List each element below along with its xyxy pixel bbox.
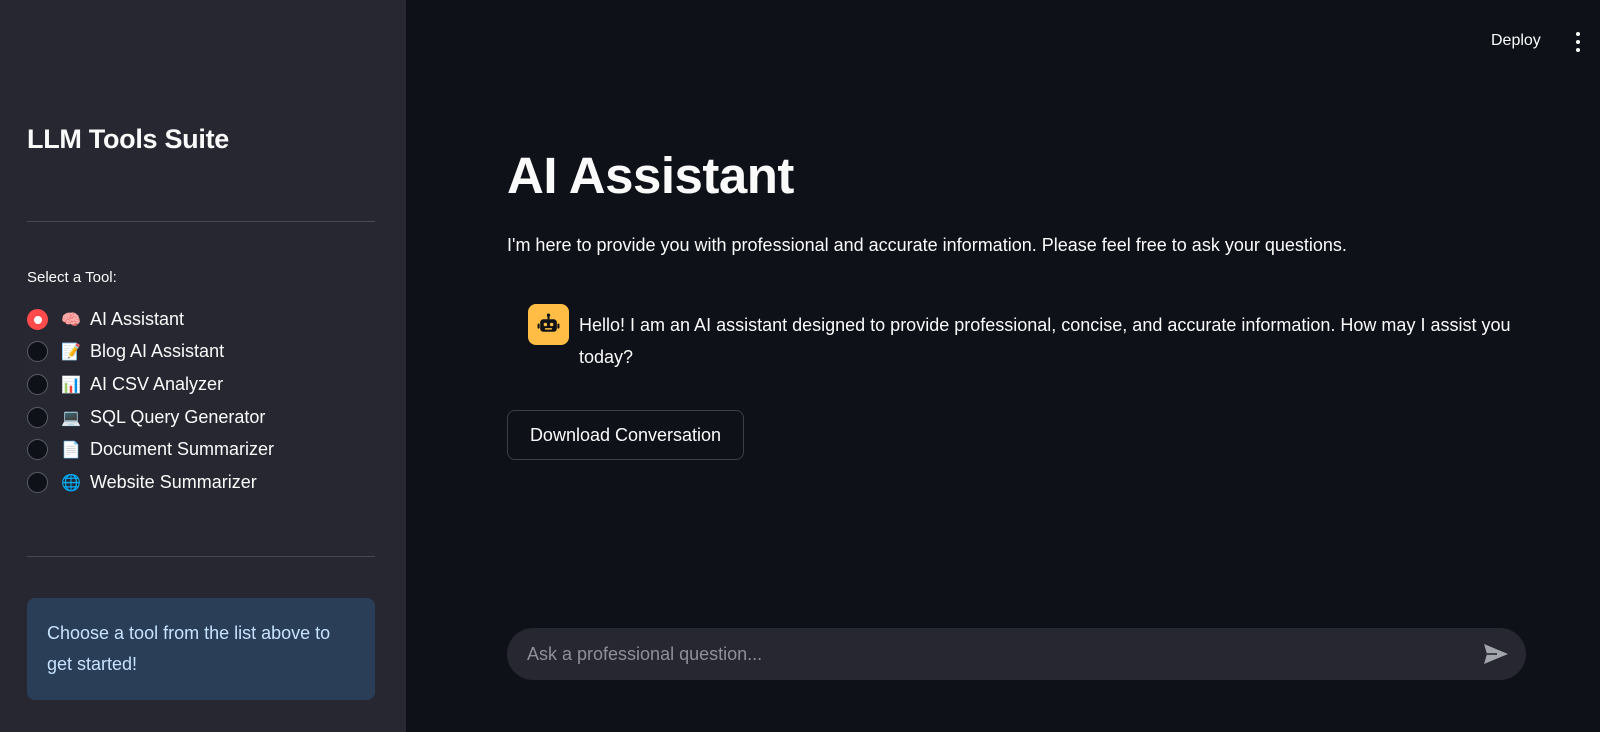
send-icon[interactable] <box>1483 642 1509 666</box>
sidebar-divider-bottom <box>27 556 375 557</box>
radio-option-label: SQL Query Generator <box>90 406 266 427</box>
robot-icon <box>528 304 569 345</box>
chat-input[interactable] <box>527 628 1447 680</box>
deploy-button[interactable]: Deploy <box>1491 32 1541 50</box>
chat-message-text: Hello! I am an AI assistant designed to … <box>579 315 1511 367</box>
radio-button[interactable] <box>27 373 48 395</box>
download-conversation-button[interactable]: Download Conversation <box>507 410 744 460</box>
radio-button[interactable] <box>27 308 48 330</box>
kebab-menu-icon[interactable] <box>1572 30 1584 54</box>
chat-message-assistant: Hello! I am an AI assistant designed to … <box>528 304 1528 373</box>
radio-button[interactable] <box>27 406 48 428</box>
radio-button[interactable] <box>27 471 48 493</box>
radio-option-label: Document Summarizer <box>90 439 275 460</box>
page-title: AI Assistant <box>507 147 794 204</box>
radio-option-ai-csv-analyzer[interactable]: 📊 AI CSV Analyzer <box>27 368 377 401</box>
chat-input-container <box>507 628 1526 680</box>
radio-option-document-summarizer[interactable]: 📄 Document Summarizer <box>27 433 377 466</box>
page-description: I'm here to provide you with professiona… <box>507 235 1347 255</box>
radio-option-label: Blog AI Assistant <box>90 341 225 362</box>
select-tool-label: Select a Tool: <box>27 269 117 286</box>
sidebar: LLM Tools Suite Select a Tool: 🧠 AI Assi… <box>0 0 406 732</box>
tool-radio-group: 🧠 AI Assistant 📝 Blog AI Assistant 📊 AI … <box>27 303 377 499</box>
info-alert: Choose a tool from the list above to get… <box>27 598 375 700</box>
brain-icon: 🧠 <box>61 309 81 329</box>
radio-button[interactable] <box>27 439 48 461</box>
memo-icon: 📝 <box>61 342 81 362</box>
globe-icon: 🌐 <box>61 472 81 492</box>
sidebar-title: LLM Tools Suite <box>27 124 229 154</box>
radio-button[interactable] <box>27 341 48 363</box>
radio-option-label: AI Assistant <box>90 308 185 329</box>
radio-option-blog-ai-assistant[interactable]: 📝 Blog AI Assistant <box>27 336 377 369</box>
laptop-icon: 💻 <box>61 407 81 427</box>
bar-chart-icon: 📊 <box>61 374 81 394</box>
document-icon: 📄 <box>61 440 81 460</box>
radio-option-sql-query-generator[interactable]: 💻 SQL Query Generator <box>27 401 377 434</box>
radio-option-label: AI CSV Analyzer <box>90 373 224 394</box>
radio-option-label: Website Summarizer <box>90 471 257 492</box>
sidebar-divider-top <box>27 221 375 222</box>
radio-option-ai-assistant[interactable]: 🧠 AI Assistant <box>27 303 377 336</box>
radio-option-website-summarizer[interactable]: 🌐 Website Summarizer <box>27 466 377 499</box>
